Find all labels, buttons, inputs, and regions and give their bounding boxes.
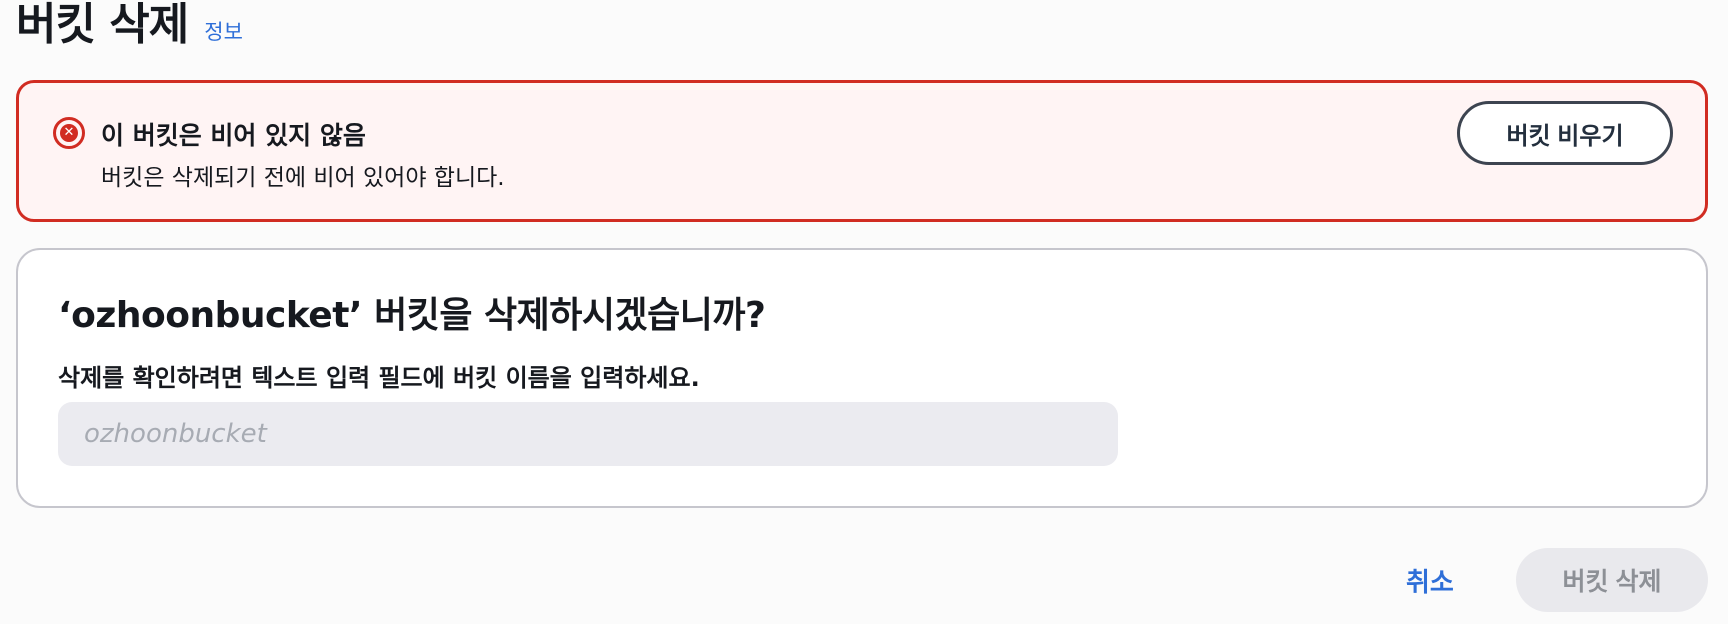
alert-message: 버킷은 삭제되기 전에 비어 있어야 합니다. xyxy=(101,165,505,191)
delete-bucket-button[interactable]: 버킷 삭제 xyxy=(1516,548,1708,612)
page-header: 버킷 삭제 정보 xyxy=(16,0,243,50)
info-link[interactable]: 정보 xyxy=(204,16,243,46)
delete-confirm-panel: ‘ozhoonbucket’ 버킷을 삭제하시겠습니까? 삭제를 확인하려면 텍… xyxy=(16,248,1708,508)
error-circle-icon: ✕ xyxy=(53,117,85,149)
delete-bucket-page: 버킷 삭제 정보 ✕ 이 버킷은 비어 있지 않음 버킷은 삭제되기 전에 비어… xyxy=(0,0,1728,624)
page-title: 버킷 삭제 xyxy=(16,0,189,50)
confirm-instruction-label: 삭제를 확인하려면 텍스트 입력 필드에 버킷 이름을 입력하세요. xyxy=(58,364,700,392)
cancel-button[interactable]: 취소 xyxy=(1406,562,1454,599)
confirm-title: ‘ozhoonbucket’ 버킷을 삭제하시겠습니까? xyxy=(58,295,766,336)
alert-title: 이 버킷은 비어 있지 않음 xyxy=(101,121,366,150)
error-alert: ✕ 이 버킷은 비어 있지 않음 버킷은 삭제되기 전에 비어 있어야 합니다.… xyxy=(16,80,1708,222)
empty-bucket-button[interactable]: 버킷 비우기 xyxy=(1457,101,1673,165)
bucket-name-input[interactable] xyxy=(58,402,1118,466)
